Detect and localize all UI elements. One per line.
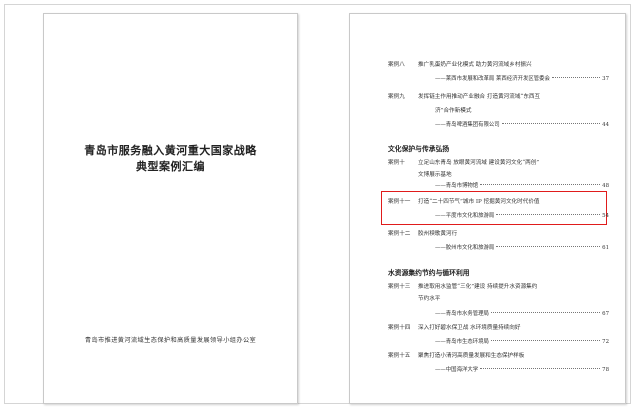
case-page-number: 54 [602, 213, 609, 219]
case-label: 案例十一 [388, 199, 411, 205]
case-page-number: 37 [602, 76, 609, 82]
leader-dots [480, 184, 601, 185]
case-page-number: 78 [602, 367, 609, 373]
case-title: 推进取用水监管“三化”建设 持续提升水资源集约 [418, 284, 538, 290]
viewer-frame: 青岛市服务融入黄河重大国家战略 典型案例汇编 青岛市推进黄河流域生态保护和高质量… [4, 4, 631, 404]
case-org: ——平度市文化和旅游局 [435, 213, 495, 219]
leader-dots [496, 214, 601, 215]
case-title: 打造“二十四节气”城市 IP 挖掘黄河文化时代价值 [418, 199, 540, 205]
leader-dots [480, 368, 601, 369]
case-source-line: ——胶州市文化和旅游局 61 [435, 243, 609, 251]
case-label: 案例十五 [388, 353, 411, 359]
case-label: 案例十三 [388, 284, 411, 290]
case-title: 胶州秧歌黄河行 [418, 231, 458, 237]
case-page-number: 61 [602, 245, 609, 251]
case-page-number: 48 [602, 183, 609, 189]
case-title: 发挥链主作用推动产业融合 打造黄河流域“东西互 [418, 94, 541, 100]
case-org: ——胶州市文化和旅游局 [435, 245, 495, 251]
case-org: ——中国海洋大学 [435, 367, 479, 373]
case-org: ——青岛市博物馆 [435, 183, 479, 189]
section-heading-culture: 文化保护与传承弘扬 [388, 145, 450, 153]
case-source-line: ——青岛市博物馆 48 [435, 181, 609, 189]
case-source-line: ——青岛啤酒集团有限公司 44 [435, 120, 609, 128]
case-label: 案例十 [388, 160, 405, 166]
section-heading-water: 水资源集约节约与循环利用 [388, 269, 470, 277]
cover-issuer: 青岛市推进黄河流域生态保护和高质量发展领导小组办公室 [84, 337, 257, 344]
case-page-number: 72 [602, 339, 609, 345]
case-label: 案例十四 [388, 325, 411, 331]
case-org: ——青岛市生态环境局 [435, 339, 489, 345]
leader-dots [490, 312, 601, 313]
case-title: 聚焦打造小清河高质量发展和生态保护样板 [418, 353, 525, 359]
case-page-number: 44 [602, 122, 609, 128]
case-org: ——莱西市发展和改革局 莱西经济开发区管委会 [435, 76, 550, 82]
case-title-cont: 文博展示基地 [418, 172, 452, 178]
cover-page: 青岛市服务融入黄河重大国家战略 典型案例汇编 青岛市推进黄河流域生态保护和高质量… [43, 13, 298, 404]
cover-title-line-2: 典型案例汇编 [136, 160, 205, 173]
case-label: 案例八 [388, 62, 405, 68]
case-title-cont: 节约水平 [418, 296, 441, 302]
case-source-line: ——青岛市水务管理局 67 [435, 309, 609, 317]
leader-dots [551, 77, 601, 78]
case-source-line: ——青岛市生态环境局 72 [435, 337, 609, 345]
case-org: ——青岛啤酒集团有限公司 [435, 122, 500, 128]
case-org: ——青岛市水务管理局 [435, 311, 489, 317]
case-title: 推广乳蛋奶产业化模式 助力黄河流域乡村振兴 [418, 62, 532, 68]
leader-dots [501, 123, 601, 124]
case-label: 案例十二 [388, 231, 411, 237]
case-source-line: ——莱西市发展和改革局 莱西经济开发区管委会 37 [435, 74, 609, 82]
case-page-number: 67 [602, 311, 609, 317]
case-source-line: ——中国海洋大学 78 [435, 365, 609, 373]
case-title-cont: 济”合作新模式 [435, 108, 472, 114]
case-title: 立足山东青岛 放眼黄河流域 建设黄河文化“两创” [418, 160, 540, 166]
case-source-line: ——平度市文化和旅游局 54 [435, 211, 609, 219]
cover-title-line-1: 青岛市服务融入黄河重大国家战略 [84, 144, 257, 157]
toc-page: 案例八 推广乳蛋奶产业化模式 助力黄河流域乡村振兴 ——莱西市发展和改革局 莱西… [349, 13, 626, 404]
leader-dots [490, 340, 601, 341]
case-title: 深入打好碧水保卫战 水环境质量持续向好 [418, 325, 521, 331]
leader-dots [496, 246, 601, 247]
case-label: 案例九 [388, 94, 405, 100]
